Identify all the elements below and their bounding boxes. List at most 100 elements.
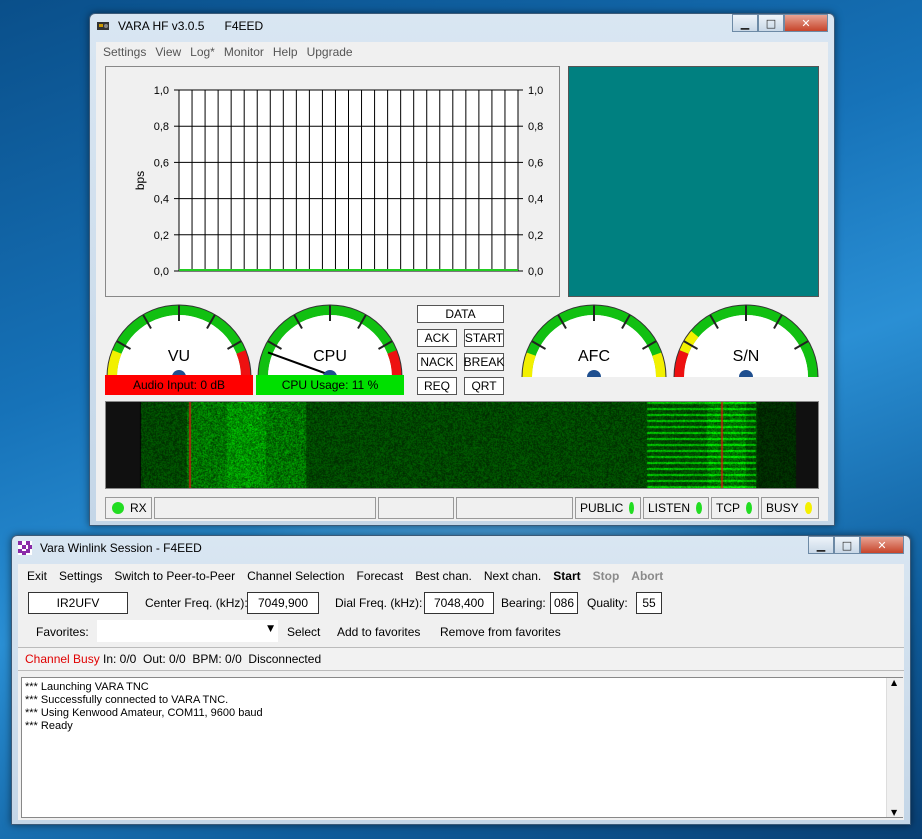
rx-indicator: RX [105,497,152,519]
winlink-menu-item[interactable]: Settings [59,569,102,583]
sn-gauge: S/N [673,304,819,378]
winlink-menu-item[interactable]: Channel Selection [247,569,344,583]
gauge-label: VU [168,348,190,365]
winlink-statusline: Channel Busy In: 0/0 Out: 0/0 BPM: 0/0 D… [18,647,904,671]
remove-from-favorites-button[interactable]: Remove from favorites [440,625,561,639]
vara-app-icon [97,22,109,30]
y-tick-label-right: 0,2 [528,230,543,242]
vu-caption: Audio Input: 0 dB [105,375,253,395]
close-icon: ✕ [801,16,811,30]
maximize-button[interactable]: □ [834,536,860,554]
winlink-menu-item[interactable]: Exit [27,569,47,583]
waterfall-display [105,401,819,489]
gauge-label: AFC [578,348,610,365]
throughput-chart: 1,0 1,0 0,8 0,8 0,6 0,6 0,4 0,4 0,2 0,2 0,0 0,0 bps [133,85,543,278]
winlink-menu-item[interactable]: Best chan. [415,569,472,583]
quality-label: Quality: [587,596,628,610]
vara-menu-item[interactable]: Upgrade [307,45,353,59]
gauge-label: CPU [313,348,347,365]
req-button[interactable]: REQ [417,377,457,395]
callsign-field[interactable]: IR2UFV [28,592,128,614]
y-tick-label-left: 0,0 [154,266,169,278]
y-tick-label-right: 0,4 [528,194,543,206]
maximize-button[interactable]: □ [758,14,784,32]
vara-menu-item[interactable]: Settings [103,45,146,59]
tcp-indicator: TCP [711,497,759,519]
favorites-label: Favorites: [36,625,89,639]
session-stats: In: 0/0 Out: 0/0 BPM: 0/0 Disconnected [103,652,322,666]
session-log[interactable]: *** Launching VARA TNC *** Successfully c… [21,677,903,818]
constellation-display [568,66,819,297]
winlink-titlebar[interactable]: Vara Winlink Session - F4EED ▁ □ ✕ [12,536,910,560]
y-tick-label-left: 0,6 [154,157,169,169]
log-scrollbar[interactable]: ▲ ▼ [886,678,903,817]
favorites-dropdown[interactable]: ▼ [97,620,278,642]
tcp-label: TCP [716,501,740,515]
winlink-menu-item[interactable]: Start [553,569,580,583]
close-button[interactable]: ✕ [860,536,904,554]
busy-label: BUSY [766,501,799,515]
close-button[interactable]: ✕ [784,14,828,32]
waterfall-canvas [106,402,818,488]
status-empty-2 [378,497,454,519]
public-label: PUBLIC [580,501,624,515]
busy-indicator: BUSY [761,497,819,519]
winlink-window: Vara Winlink Session - F4EED ▁ □ ✕ Exit S… [11,535,911,825]
vara-titlebar[interactable]: VARA HF v3.0.5 F4EED ▁ □ ✕ [90,14,834,38]
y-tick-label-left: 0,2 [154,230,169,242]
center-freq-field[interactable]: 7049,900 [247,592,319,614]
throughput-chart-panel: 1,0 1,0 0,8 0,8 0,6 0,6 0,4 0,4 0,2 0,2 0,0 0,0 bps [105,66,560,297]
quality-field[interactable]: 55 [636,592,662,614]
vara-menu-item[interactable]: View [155,45,181,59]
winlink-app-icon [18,541,32,555]
winlink-client: Exit Settings Switch to Peer-to-Peer Channe… [18,564,904,820]
add-to-favorites-button[interactable]: Add to favorites [337,625,420,639]
minimize-button[interactable]: ▁ [732,14,758,32]
vara-menu-item[interactable]: Monitor [224,45,264,59]
bearing-label: Bearing: [501,596,546,610]
log-line: *** Ready [25,720,73,732]
winlink-menu-item[interactable]: Next chan. [484,569,541,583]
winlink-menubar: Exit Settings Switch to Peer-to-Peer Channe… [18,564,904,588]
maximize-icon: □ [841,538,853,552]
select-button[interactable]: Select [287,625,320,639]
status-empty-1 [154,497,376,519]
y-tick-label-left: 0,4 [154,194,169,206]
log-line: *** Launching VARA TNC [25,681,149,693]
bearing-field[interactable]: 086 [550,592,578,614]
rx-led [112,502,124,514]
winlink-menu-item[interactable]: Forecast [357,569,404,583]
minimize-button[interactable]: ▁ [808,536,834,554]
dropdown-arrow-icon: ▼ [267,624,274,634]
center-freq-label: Center Freq. (kHz): [145,596,248,610]
winlink-menu-item[interactable]: Stop [593,569,620,583]
scroll-up-icon[interactable]: ▲ [891,678,897,687]
qrt-button[interactable]: QRT [464,377,504,395]
rx-label: RX [130,501,147,515]
winlink-menu-item[interactable]: Abort [631,569,663,583]
y-tick-label-left: 0,8 [154,121,169,133]
nack-button[interactable]: NACK [417,353,457,371]
tcp-led [746,502,752,514]
public-indicator: PUBLIC [575,497,641,519]
vara-menu-item[interactable]: Help [273,45,298,59]
close-icon: ✕ [877,538,887,552]
ack-button[interactable]: ACK [417,329,457,347]
y-tick-label-right: 1,0 [528,85,543,97]
cpu-caption: CPU Usage: 11 % [256,375,404,395]
vara-menu-item[interactable]: Log* [190,45,215,59]
scroll-down-icon[interactable]: ▼ [891,808,897,817]
start-button[interactable]: START [464,329,504,347]
y-tick-label-left: 1,0 [154,85,169,97]
vara-hf-window: VARA HF v3.0.5 F4EED ▁ □ ✕ Settings View L… [89,13,835,526]
maximize-icon: □ [765,16,777,30]
public-led [629,502,634,514]
winlink-menu-item[interactable]: Switch to Peer-to-Peer [114,569,235,583]
vara-menubar: Settings View Log* Monitor Help Upgrade [96,42,828,62]
afc-gauge: AFC [521,304,667,378]
data-button[interactable]: DATA [417,305,504,323]
dial-freq-field[interactable]: 7048,400 [424,592,494,614]
channel-busy-status: Channel Busy [25,652,100,666]
busy-led [804,502,812,514]
break-button[interactable]: BREAK [464,353,504,371]
